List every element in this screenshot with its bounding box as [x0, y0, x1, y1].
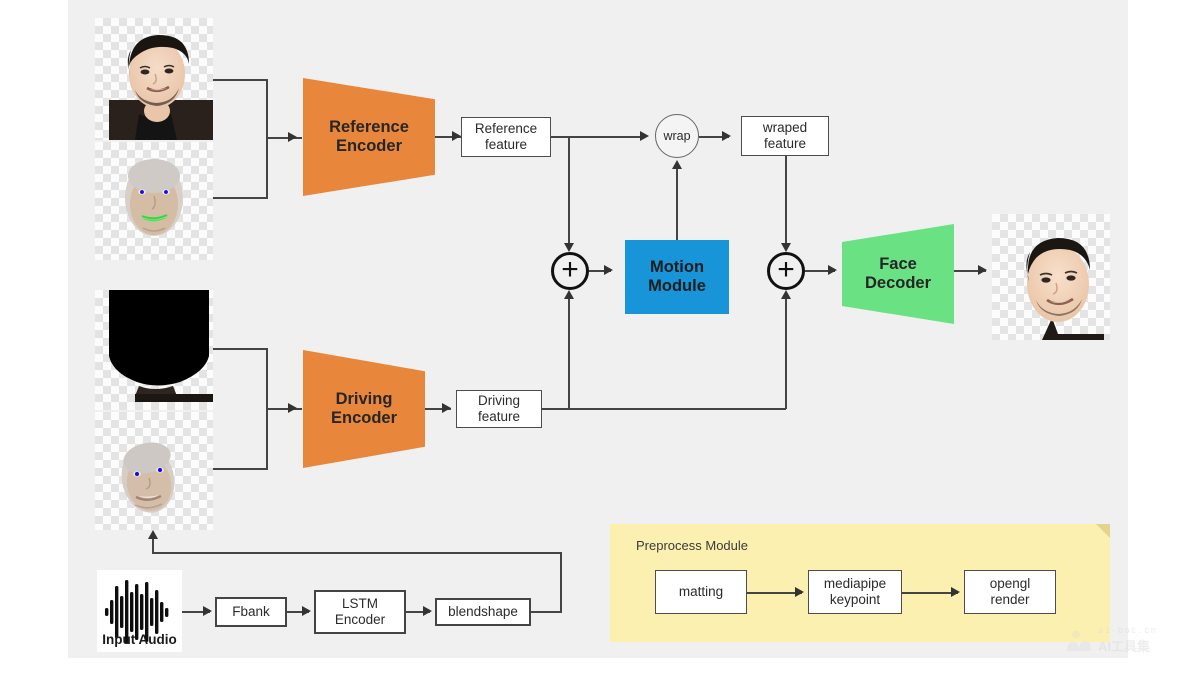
lstm-encoder-label: LSTM Encoder: [334, 596, 386, 627]
opengl-render-label: opengl render: [989, 576, 1031, 607]
opengl-render-box[interactable]: opengl render: [964, 570, 1056, 614]
wraped-feature-label: wraped feature: [762, 120, 808, 151]
arrow-lstm-to-blendshape: [423, 606, 432, 616]
driving-feature-to-plus2: [785, 298, 787, 409]
arrow-wraped-feature-to-plus2: [781, 243, 791, 252]
blendshape-feedback-out: [531, 611, 562, 613]
wrap-node[interactable]: wrap: [655, 114, 699, 158]
reference-photo-image: [109, 35, 213, 140]
output-plate: [992, 214, 1110, 340]
blendshape-feedback-left: [152, 552, 562, 554]
wraped-feature-box[interactable]: wraped feature: [741, 116, 829, 156]
reference-feature-box[interactable]: Reference feature: [461, 117, 551, 157]
blendshape-feedback-into-render: [152, 538, 154, 553]
ref-feature-branch-down: [568, 136, 570, 246]
driving-feature-to-plus1: [568, 298, 570, 409]
driving-feature-bus: [542, 408, 786, 410]
driving-encoder-label: Driving Encoder: [330, 389, 398, 427]
reference-photo-plate: [95, 18, 213, 140]
driving-photo-image: [109, 290, 213, 402]
motion-module[interactable]: Motion Module: [625, 240, 729, 314]
arrow-ref-feature-to-wrap: [640, 131, 649, 141]
driving-feature-label: Driving feature: [477, 393, 521, 424]
reference-encoder-label: Reference Encoder: [329, 117, 409, 155]
arrow-ref-feature-to-plus1: [564, 243, 574, 252]
diagram-root: Reference Encoder Reference feature wrap…: [0, 0, 1200, 675]
arrow-driving-encoder-to-feature: [442, 403, 451, 413]
arrow-motion-to-wrap: [672, 160, 682, 169]
blendshape-feedback-up: [560, 552, 562, 612]
driving-render-image: [121, 442, 175, 513]
ref-feature-to-wrap-line: [551, 136, 645, 138]
matting-label: matting: [678, 584, 724, 600]
sum-node-2[interactable]: +: [767, 252, 805, 290]
output-face-image: [1026, 238, 1104, 340]
wraped-feature-to-plus2-line: [785, 156, 787, 246]
arrow-blendshape-to-driving-render: [148, 530, 158, 539]
mediapipe-keypoint-box[interactable]: mediapipe keypoint: [808, 570, 902, 614]
arrow-ref-input-to-encoder: [288, 132, 297, 142]
driving-render-stub: [213, 468, 268, 470]
matting-to-mediapipe-line: [747, 592, 802, 594]
arrow-matting-to-mediapipe: [795, 587, 804, 597]
ref-merge-vertical: [266, 79, 268, 199]
preprocess-module-panel: Preprocess Module matting mediapipe keyp…: [610, 524, 1110, 642]
motion-to-wrap-line: [676, 168, 678, 243]
reference-render-image: [125, 159, 183, 236]
mediapipe-to-opengl-line: [902, 592, 958, 594]
arrow-plus1-to-motion: [604, 265, 613, 275]
preprocess-module-title: Preprocess Module: [636, 538, 748, 553]
arrow-mediapipe-to-opengl: [951, 587, 960, 597]
watermark-logo-icon: [1067, 630, 1091, 651]
watermark: ai-bot.cn AI工具集: [1064, 626, 1157, 655]
reference-render-plate: [95, 142, 213, 260]
panel-fold-corner-icon: [1096, 524, 1110, 538]
driving-photo-plate: [95, 290, 213, 410]
arrow-audio-to-fbank: [203, 606, 212, 616]
watermark-line1: ai-bot.cn: [1098, 626, 1158, 636]
arrow-decoder-to-output: [978, 265, 987, 275]
ref-render-stub: [213, 197, 268, 199]
arrow-fbank-to-lstm: [302, 606, 311, 616]
sum-node-1[interactable]: +: [551, 252, 589, 290]
arrow-driving-feature-to-plus2: [781, 290, 791, 299]
fbank-box[interactable]: Fbank: [215, 597, 287, 627]
driving-photo-stub: [213, 348, 268, 350]
input-audio-caption: Input Audio: [102, 632, 177, 647]
arrow-driving-input-to-encoder: [288, 403, 297, 413]
face-decoder-label: Face Decoder: [864, 254, 932, 292]
watermark-text: ai-bot.cn AI工具集: [1098, 626, 1157, 655]
watermark-line2: AI工具集: [1098, 639, 1151, 654]
blendshape-box[interactable]: blendshape: [435, 598, 531, 626]
arrow-encoder-to-ref-feature: [452, 131, 461, 141]
ref-photo-stub: [213, 79, 268, 81]
driving-feature-box[interactable]: Driving feature: [456, 390, 542, 428]
reference-feature-label: Reference feature: [474, 121, 538, 152]
arrow-plus2-to-decoder: [828, 265, 837, 275]
arrow-driving-feature-to-plus1: [564, 290, 574, 299]
motion-module-label: Motion Module: [648, 257, 706, 295]
matting-box[interactable]: matting: [655, 570, 747, 614]
lstm-encoder-box[interactable]: LSTM Encoder: [314, 590, 406, 634]
mediapipe-keypoint-label: mediapipe keypoint: [823, 576, 887, 607]
arrow-wrap-to-wraped-feature: [722, 131, 731, 141]
driving-render-plate: [95, 412, 213, 530]
